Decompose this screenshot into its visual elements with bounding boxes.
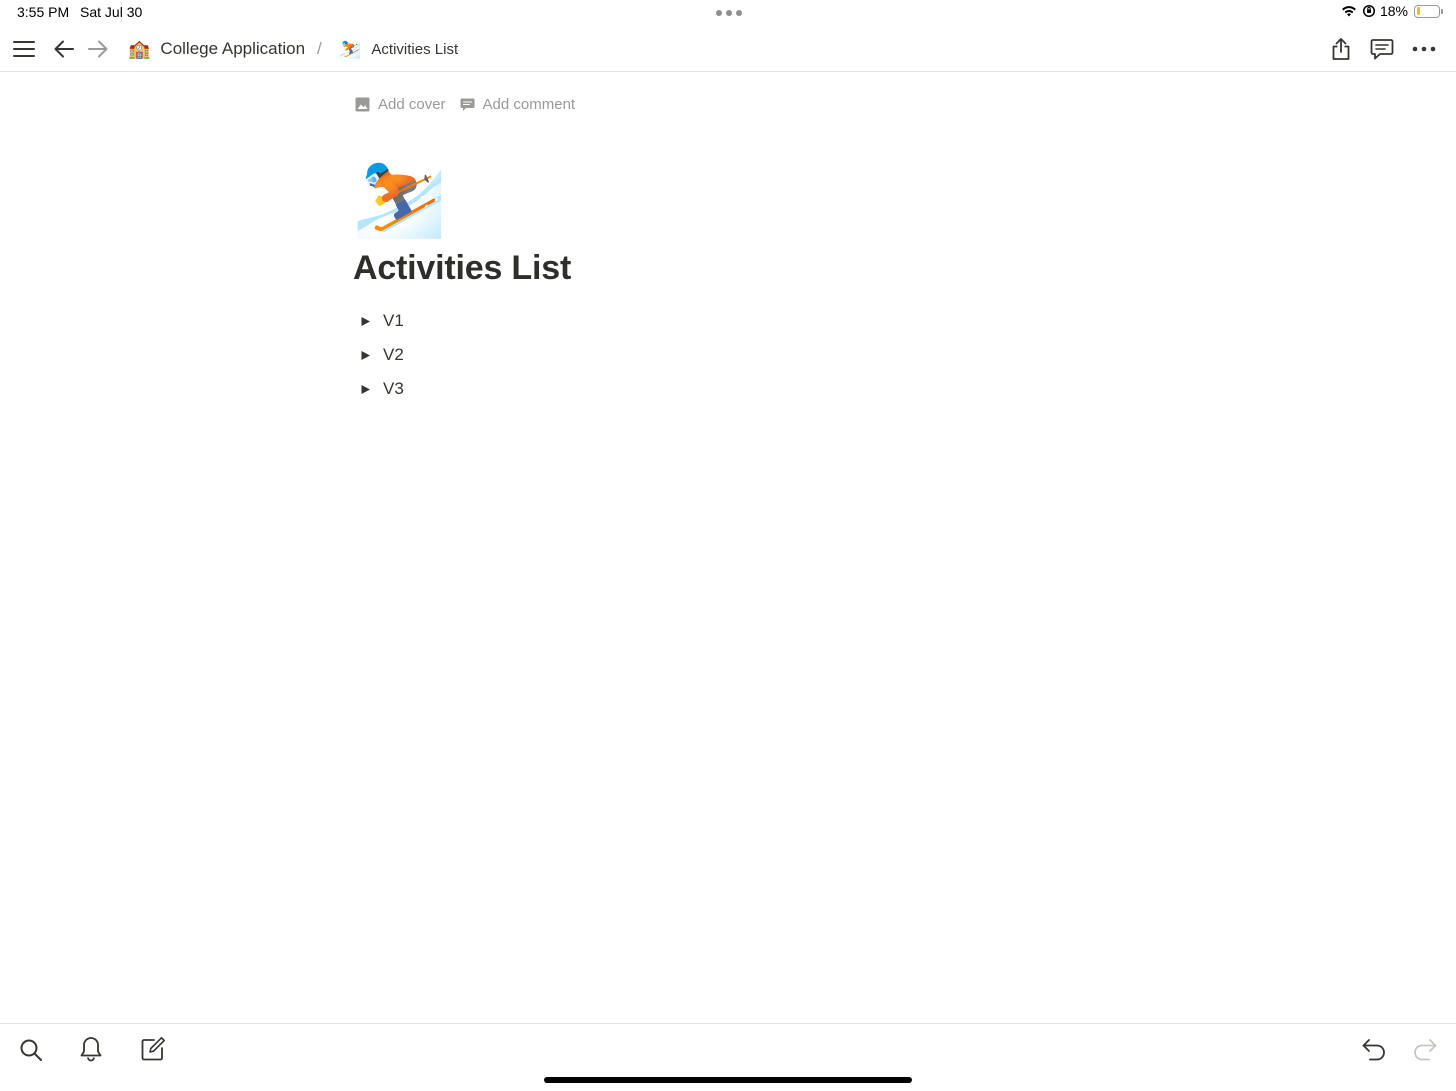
page-actions: Add cover Add comment [355,96,575,113]
status-indicators: 18% [1340,3,1443,19]
toggle-block[interactable]: V1 [355,304,404,338]
undo-icon[interactable] [1359,1034,1389,1064]
comment-icon [460,98,475,111]
skier-icon: ⛷️ [339,38,362,59]
back-arrow-icon[interactable] [50,35,78,63]
more-options-icon[interactable] [1409,35,1439,63]
breadcrumb-separator: / [317,39,322,58]
toggle-block[interactable]: V3 [355,372,404,406]
battery-icon [1414,4,1443,18]
breadcrumb-current-label: Activities List [371,40,459,58]
add-cover-button[interactable]: Add cover [355,96,446,113]
add-cover-label: Add cover [378,96,446,113]
toggle-arrow-icon[interactable] [355,311,375,331]
page-title[interactable]: Activities List [353,249,571,288]
battery-level [1416,7,1421,15]
toggle-label[interactable]: V3 [383,379,404,399]
redo-icon[interactable] [1410,1034,1440,1064]
toggle-label[interactable]: V1 [383,311,404,331]
home-indicator[interactable] [544,1077,912,1083]
toggle-block[interactable]: V2 [355,338,404,372]
comments-icon[interactable] [1368,35,1396,63]
share-icon[interactable] [1327,34,1355,64]
status-date: Sat Jul 30 [80,4,143,20]
battery-percent: 18% [1379,3,1408,19]
add-comment-button[interactable]: Add comment [460,96,576,113]
notifications-bell-icon[interactable] [76,1034,106,1064]
status-bar: 3:55 PM Sat Jul 30 18% [0,0,1456,26]
image-icon [355,97,370,112]
orientation-lock-icon [1362,4,1376,18]
sidebar-menu-icon[interactable] [10,35,38,63]
breadcrumb-parent-page[interactable]: 🏫 College Application [128,26,305,72]
top-navigation-bar: 🏫 College Application / ⛷️ Activities Li… [0,26,1456,72]
toggle-label[interactable]: V2 [383,345,404,365]
page-icon-skier[interactable]: ⛷️ [352,150,447,246]
breadcrumb-current-page[interactable]: ⛷️ Activities List [339,26,458,72]
multitasking-dots-icon[interactable] [716,10,742,16]
forward-arrow-icon[interactable] [84,35,112,63]
school-icon: 🏫 [128,38,151,59]
status-time: 3:55 PM [17,4,70,20]
toggle-list: V1 V2 V3 [355,304,404,406]
wifi-icon [1342,6,1356,17]
toggle-arrow-icon[interactable] [355,345,375,365]
search-icon[interactable] [16,1035,46,1065]
add-comment-label: Add comment [482,96,576,113]
toggle-arrow-icon[interactable] [355,379,375,399]
new-page-compose-icon[interactable] [138,1034,168,1064]
breadcrumb-parent-label: College Application [160,39,306,58]
